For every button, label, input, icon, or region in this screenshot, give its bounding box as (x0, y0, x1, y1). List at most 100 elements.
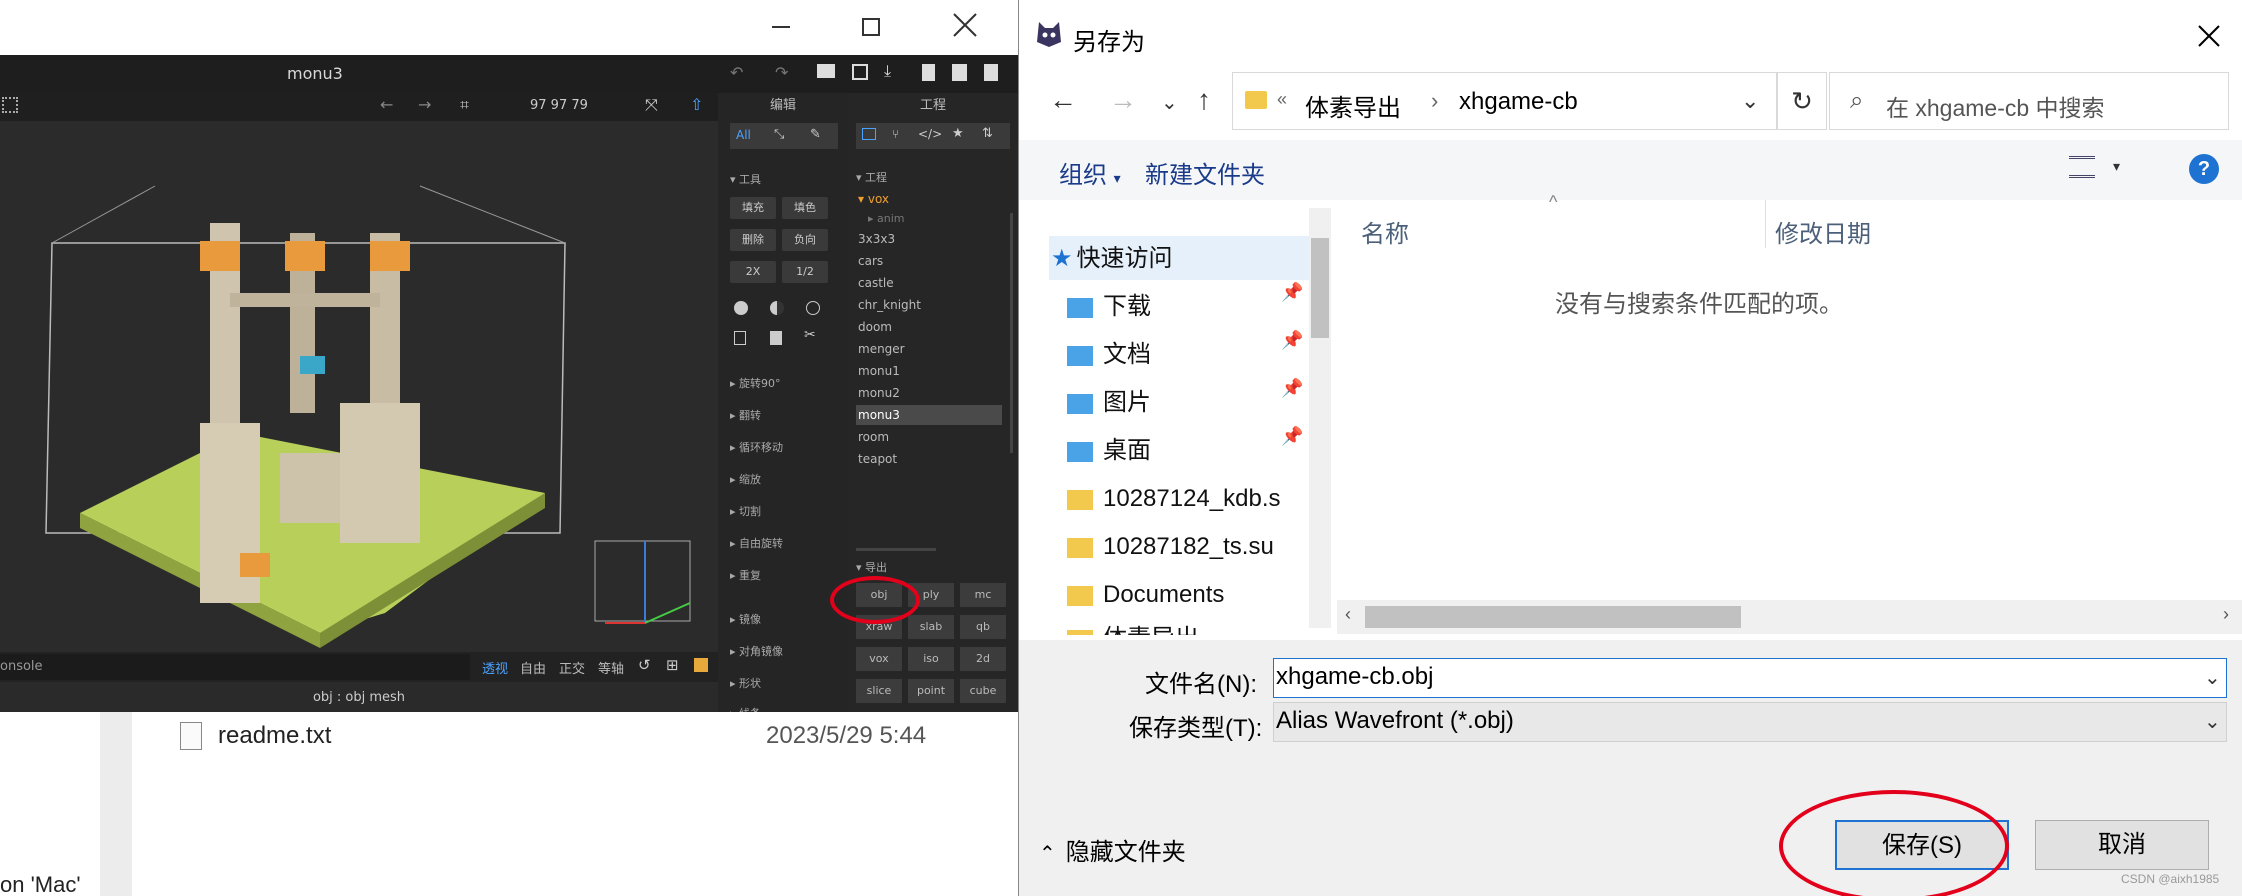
export-cube-button[interactable]: cube (960, 679, 1006, 703)
project-item[interactable]: teapot (858, 449, 897, 469)
file-hscrollbar[interactable]: ‹ › (1337, 600, 2242, 634)
paste-icon[interactable] (770, 331, 782, 345)
organize-menu[interactable]: 组织 ▾ (1059, 155, 1121, 190)
project-item[interactable]: castle (858, 273, 894, 293)
move-mode-icon[interactable]: ⤡ (774, 127, 784, 142)
save-icon[interactable] (852, 64, 868, 80)
address-bar[interactable]: « 体素导出 › xhgame-cb ⌄ (1232, 72, 1777, 130)
paint-button[interactable]: 填色 (782, 197, 828, 219)
hide-folders-toggle[interactable]: ⌃ 隐藏文件夹 (1039, 832, 1186, 867)
pin-icon[interactable]: 📌 (1281, 426, 1303, 447)
project-item[interactable]: monu1 (858, 361, 900, 381)
copy-icon[interactable] (734, 331, 746, 345)
delete-file-icon[interactable] (984, 64, 998, 81)
section-scale[interactable]: ▸ 缩放 (730, 471, 761, 487)
frame-icon[interactable]: ⊞ (666, 656, 679, 674)
section-mirror[interactable]: ▸ 镜像 (730, 611, 761, 627)
export-icon[interactable]: ⤓ (884, 61, 891, 81)
section-cut[interactable]: ▸ 切割 (730, 503, 761, 519)
edit-mode-all[interactable]: All (736, 128, 751, 142)
anim-folder[interactable]: ▸ anim (868, 209, 905, 229)
column-date-header[interactable]: 修改日期 (1775, 214, 1871, 249)
cut-icon[interactable]: ✂ (804, 327, 816, 343)
section-shape[interactable]: ▸ 形状 (730, 675, 761, 691)
nav-folder-ts[interactable]: 10287182_ts.su (1067, 524, 1317, 570)
view-chevron-icon[interactable]: ▾ (2113, 158, 2120, 175)
new-folder-button[interactable]: 新建文件夹 (1145, 155, 1265, 190)
dialog-close-icon[interactable] (2195, 22, 2223, 50)
up-arrow-icon[interactable]: ↑ (1197, 84, 1211, 116)
nav-pictures[interactable]: 图片 (1067, 380, 1317, 426)
new-file-icon[interactable] (922, 64, 935, 81)
minimize-icon[interactable] (772, 26, 790, 28)
breadcrumb-voxel-export[interactable]: 体素导出 (1305, 88, 1401, 123)
sort-icon[interactable]: ⇅ (982, 126, 993, 141)
half-button[interactable]: 1/2 (782, 261, 828, 283)
empty-circle-icon[interactable] (806, 301, 820, 315)
nav-folder-documents[interactable]: Documents (1067, 572, 1317, 618)
copy-file-icon[interactable] (952, 64, 967, 81)
section-line[interactable]: ▸ 线条 (730, 705, 761, 712)
help-icon[interactable]: ? (2189, 154, 2219, 184)
export-iso-button[interactable]: iso (908, 647, 954, 671)
invert-button[interactable]: 负向 (782, 229, 828, 251)
file-hscrollbar-thumb[interactable] (1365, 606, 1741, 628)
view-mode-iso[interactable]: 等轴 (598, 658, 624, 677)
project-item[interactable]: chr_knight (858, 295, 921, 315)
column-divider[interactable] (1765, 200, 1766, 248)
arrow-right-icon[interactable]: → (418, 95, 431, 114)
filename-input[interactable]: xhgame-cb.obj ⌄ (1273, 658, 2227, 698)
address-dropdown-icon[interactable]: ⌄ (1741, 88, 1759, 114)
tools-group-header[interactable]: ▾ 工具 (730, 171, 761, 187)
vox-folder[interactable]: ▾ vox (858, 189, 889, 209)
forward-arrow-icon[interactable]: → (1109, 84, 1137, 116)
section-flip[interactable]: ▸ 翻转 (730, 407, 761, 423)
nav-scrollbar[interactable] (1309, 208, 1331, 628)
cube-icon[interactable] (694, 658, 708, 672)
export-group-header[interactable]: ▾ 导出 (856, 559, 887, 575)
grid-icon[interactable] (2, 97, 18, 113)
recent-chevron-icon[interactable]: ⌄ (1161, 90, 1178, 115)
export-point-button[interactable]: point (908, 679, 954, 703)
section-loop-move[interactable]: ▸ 循环移动 (730, 439, 783, 455)
project-item-selected[interactable]: monu3 (856, 405, 1002, 425)
open-folder-icon[interactable] (817, 64, 835, 78)
delete-button[interactable]: 删除 (730, 229, 776, 251)
nav-desktop[interactable]: 桌面 (1067, 428, 1317, 474)
console-input[interactable]: onsole (0, 654, 470, 680)
code-mode-icon[interactable]: </> (918, 127, 942, 141)
undo-icon[interactable]: ↶ (730, 63, 743, 82)
export-slice-button[interactable]: slice (856, 679, 902, 703)
project-item[interactable]: monu2 (858, 383, 900, 403)
3d-viewport[interactable] (0, 93, 718, 648)
breadcrumb-overflow[interactable]: « (1277, 89, 1287, 110)
model-dimensions[interactable]: 97 97 79 (530, 98, 588, 113)
project-group-header[interactable]: ▾ 工程 (856, 169, 887, 185)
search-box[interactable]: ⌕ 在 xhgame-cb 中搜索 (1829, 72, 2229, 130)
project-item[interactable]: cars (858, 251, 883, 271)
redo-icon[interactable]: ↷ (775, 63, 788, 82)
section-free-rotate[interactable]: ▸ 自由旋转 (730, 535, 783, 551)
section-diagonal-mirror[interactable]: ▸ 对角镜像 (730, 643, 783, 659)
upload-icon[interactable]: ⇧ (690, 95, 703, 114)
project-hscrollbar[interactable] (856, 548, 936, 551)
filetype-select[interactable]: Alias Wavefront (*.obj) ⌄ (1273, 702, 2227, 742)
wrench-icon[interactable]: ✎ (810, 127, 821, 142)
export-mc-button[interactable]: mc (960, 583, 1006, 607)
breadcrumb-current[interactable]: xhgame-cb (1459, 88, 1578, 116)
section-repeat[interactable]: ▸ 重复 (730, 567, 761, 583)
arrow-left-icon[interactable]: ← (380, 95, 393, 114)
maximize-icon[interactable] (862, 18, 880, 36)
reset-view-icon[interactable]: ↺ (638, 656, 651, 674)
scroll-left-icon[interactable]: ‹ (1345, 604, 1351, 625)
refresh-icon[interactable]: ↻ (1777, 72, 1827, 130)
project-item[interactable]: menger (858, 339, 905, 359)
filetype-dropdown-icon[interactable]: ⌄ (2204, 709, 2221, 734)
export-2d-button[interactable]: 2d (960, 647, 1006, 671)
export-vox-button[interactable]: vox (856, 647, 902, 671)
nav-quick-access[interactable]: ★ 快速访问 (1051, 236, 1301, 282)
nav-folder-voxel-export[interactable]: 体素导出 (1067, 620, 1317, 635)
double-button[interactable]: 2X (730, 261, 776, 283)
cancel-button[interactable]: 取消 (2035, 820, 2209, 870)
fill-button[interactable]: 填充 (730, 197, 776, 219)
